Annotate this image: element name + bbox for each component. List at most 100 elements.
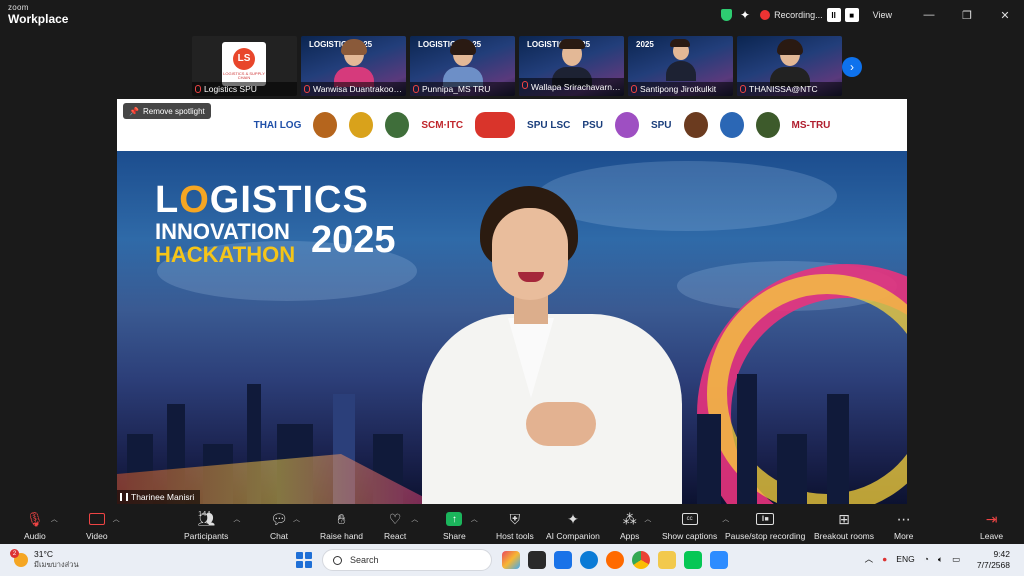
zoom-app-icon[interactable] <box>710 551 728 569</box>
participant-name: Logistics SPU <box>192 82 297 96</box>
audio-button[interactable]: 🎙︎ Audio ︿ <box>24 510 58 542</box>
chevron-up-icon[interactable]: ︿ <box>233 514 240 524</box>
apps-button[interactable]: ⁂ Apps ︿ <box>620 510 651 542</box>
mic-muted-icon <box>304 85 310 93</box>
line-icon[interactable] <box>684 551 702 569</box>
participant-tile[interactable]: LOGISTICS 2025 Wanwisa Duantrakoon... <box>301 36 406 96</box>
chrome-icon[interactable] <box>632 551 650 569</box>
next-page-chevron-icon[interactable]: › <box>842 57 862 77</box>
copilot-icon[interactable] <box>502 551 520 569</box>
ai-sparkle-icon[interactable]: ✦ <box>740 8 750 22</box>
stop-recording-button[interactable]: ■ <box>844 8 859 22</box>
video-button[interactable]: Video ︿ <box>86 510 120 541</box>
thai-log-logo: THAI LOG <box>253 119 302 131</box>
chevron-up-icon[interactable]: ︿ <box>113 514 120 524</box>
view-button[interactable]: View <box>873 10 892 20</box>
clock[interactable]: 9:42 7/7/2568 <box>977 549 1010 571</box>
search-icon <box>333 555 342 565</box>
participant-tile[interactable]: LOGISTICS 2025 Punnipa_MS TRU <box>410 36 515 96</box>
sponsor-logo-bar: THAI LOG SCM·ITC SPU LSC PSU SPU MS-TRU … <box>117 99 907 151</box>
spu-lsc-logo: SPU LSC <box>527 119 571 131</box>
chevron-up-icon[interactable]: ︿ <box>644 514 651 524</box>
host-tools-button[interactable]: ⛨ Host tools <box>496 510 534 542</box>
wifi-icon[interactable]: ◔ <box>924 554 929 564</box>
ai-companion-button[interactable]: ✦ AI Companion <box>546 510 600 542</box>
notification-badge: 2 <box>10 549 19 558</box>
participant-video <box>769 39 810 87</box>
university-seal-logo <box>313 112 338 138</box>
participant-count: 144 <box>198 509 211 518</box>
organization-logo <box>475 112 516 138</box>
weather-widget[interactable]: 2 31°C มีเมฆบางส่วน <box>10 549 79 571</box>
remove-spotlight-button[interactable]: 📌 Remove spotlight <box>123 103 211 119</box>
speaker-video <box>422 186 682 504</box>
chat-icon: 💬︎ <box>270 510 288 527</box>
brand-top: zoom <box>8 3 29 12</box>
chat-button[interactable]: 💬︎ Chat ︿ <box>270 510 300 542</box>
share-screen-icon: ↑ <box>445 510 463 528</box>
restore-icon[interactable]: ❐ <box>948 9 986 22</box>
raise-hand-button[interactable]: ✋︎ Raise hand <box>320 510 363 542</box>
react-button[interactable]: ♡ React ︿ <box>384 510 418 542</box>
meeting-toolbar: 🎙︎ Audio ︿ Video ︿ 👥︎ 144 Participants ︿… <box>0 506 1024 544</box>
task-view-icon[interactable] <box>528 551 546 569</box>
volume-icon[interactable]: 🔈︎ <box>938 554 943 565</box>
leave-icon: ⇥ <box>985 510 998 527</box>
organization-logo <box>719 112 744 138</box>
participant-video <box>442 39 483 87</box>
minimize-icon[interactable]: — <box>910 9 948 22</box>
university-seal-logo <box>683 112 708 138</box>
captions-icon: cc <box>681 510 699 528</box>
firefox-icon[interactable] <box>606 551 624 569</box>
participant-tile[interactable]: LS LOGISTICS & SUPPLY CHAIN Logistics SP… <box>192 36 297 96</box>
more-button[interactable]: ⋯ More <box>894 510 913 542</box>
antivirus-icon[interactable]: ● <box>882 554 887 564</box>
participant-name: Santipong Jirotkulkit <box>628 82 733 96</box>
university-seal-logo <box>755 112 780 138</box>
taskbar-search[interactable]: Search <box>322 549 492 571</box>
mic-muted-icon: 🎙︎ <box>25 510 44 527</box>
windows-taskbar: 2 31°C มีเมฆบางส่วน Search ︿ ● ENG ◔ 🔈︎ … <box>0 544 1024 576</box>
windows-start-icon[interactable] <box>296 552 312 568</box>
participant-tile[interactable]: 2025 Santipong Jirotkulkit <box>628 36 733 96</box>
file-explorer-icon[interactable] <box>658 551 676 569</box>
breakout-rooms-button[interactable]: ⊞ Breakout rooms <box>814 510 874 542</box>
pause-recording-button[interactable]: II <box>826 8 841 22</box>
title-bar: zoom Workplace ✦ Recording... II ■ View … <box>0 0 1024 30</box>
chevron-up-icon[interactable]: ︿ <box>411 514 418 524</box>
zoom-logo: zoom Workplace <box>8 3 68 26</box>
security-shield-icon[interactable] <box>721 9 733 21</box>
participant-tile[interactable]: THANISSA@NTC <box>737 36 842 96</box>
pause-stop-recording-button[interactable]: ‖■ Pause/stop recording <box>725 510 805 541</box>
city-skyline <box>677 364 907 504</box>
chevron-up-icon[interactable]: ︿ <box>865 553 874 565</box>
chevron-up-icon[interactable]: ︿ <box>51 514 58 524</box>
participant-video <box>333 39 374 87</box>
psu-logo: PSU <box>582 119 603 131</box>
spotlight-video[interactable]: THAI LOG SCM·ITC SPU LSC PSU SPU MS-TRU … <box>117 99 907 504</box>
participant-tile[interactable]: LOGISTICS 2025 Wallapa Srirachavarn วิลล… <box>519 36 624 96</box>
sun-icon: 2 <box>10 549 28 567</box>
chevron-up-icon[interactable]: ︿ <box>293 514 300 524</box>
share-button[interactable]: ↑ Share ︿ <box>443 510 478 541</box>
ai-sparkle-icon: ✦ <box>567 510 579 527</box>
close-icon[interactable]: ✕ <box>986 9 1024 22</box>
pin-icon: 📌 <box>129 106 139 116</box>
mic-muted-icon <box>413 85 419 93</box>
recording-status: Recording... <box>774 10 823 20</box>
participant-name: Punnipa_MS TRU <box>410 82 515 96</box>
leave-button[interactable]: ⇥ Leave <box>980 510 1003 542</box>
participant-name: THANISSA@NTC <box>737 82 842 96</box>
mic-muted-icon <box>740 85 746 93</box>
background-scene: LOGISTICS INNOVATION HACKATHON 2025 Thar… <box>117 151 907 504</box>
show-captions-button[interactable]: cc Show captions ︿ <box>662 510 729 541</box>
zoom-taskbar-icon[interactable] <box>554 551 572 569</box>
university-seal-logo <box>349 112 374 138</box>
speaker-name-label: Tharinee Manisri <box>117 490 201 504</box>
language-indicator[interactable]: ENG <box>896 554 914 564</box>
battery-icon[interactable]: ▭ <box>952 554 960 565</box>
edge-icon[interactable] <box>580 551 598 569</box>
chevron-up-icon[interactable]: ︿ <box>471 514 478 524</box>
participant-name: Wallapa Srirachavarn วิลลา... <box>519 78 624 96</box>
participants-button[interactable]: 👥︎ 144 Participants ︿ <box>184 509 240 541</box>
